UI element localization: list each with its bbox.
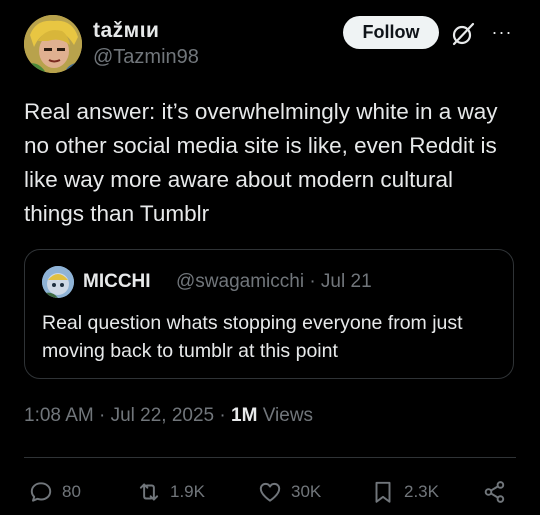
repost-icon <box>139 483 159 501</box>
like-count: 30K <box>291 482 322 501</box>
bookmark-icon <box>375 481 391 503</box>
reply-count: 80 <box>62 482 81 501</box>
grok-icon[interactable] <box>450 21 476 47</box>
author-display-name[interactable]: tažмιи <box>93 19 159 43</box>
post-text: Real answer: it’s overwhelmingly white i… <box>24 99 498 226</box>
quoted-display-name[interactable]: MICCHI <box>83 271 151 293</box>
author-handle[interactable]: @Tazmin98 <box>93 46 199 69</box>
post-timestamp[interactable]: 1:08 AM · Jul 22, 2025 · <box>24 405 231 426</box>
views-label: Views <box>257 405 314 426</box>
quoted-post[interactable]: MICCHI @swagamicchi · Jul 21 Real questi… <box>24 249 514 379</box>
bookmark-count: 2.3K <box>404 482 439 501</box>
share-icon <box>484 481 505 503</box>
quoted-handle-date[interactable]: @swagamicchi · Jul 21 <box>176 271 372 293</box>
views-count: 1M <box>231 405 258 426</box>
bookmark-button[interactable]: 2.3K <box>370 476 439 508</box>
reply-icon <box>30 482 52 502</box>
follow-button[interactable]: Follow <box>343 16 439 49</box>
heart-icon <box>259 482 281 502</box>
divider <box>24 457 516 458</box>
post-meta: 1:08 AM · Jul 22, 2025 · 1M Views <box>24 405 313 427</box>
author-avatar[interactable] <box>24 15 82 73</box>
quoted-avatar[interactable] <box>42 266 74 298</box>
repost-button[interactable]: 1.9K <box>136 476 205 508</box>
quoted-text: Real question whats stopping everyone fr… <box>42 312 463 362</box>
like-button[interactable]: 30K <box>257 476 321 508</box>
repost-count: 1.9K <box>170 482 205 501</box>
more-options-icon[interactable]: ··· <box>490 22 514 42</box>
action-bar: 80 1.9K 30K 2.3K <box>24 476 516 508</box>
reply-button[interactable]: 80 <box>28 476 81 508</box>
share-button[interactable] <box>482 476 516 508</box>
